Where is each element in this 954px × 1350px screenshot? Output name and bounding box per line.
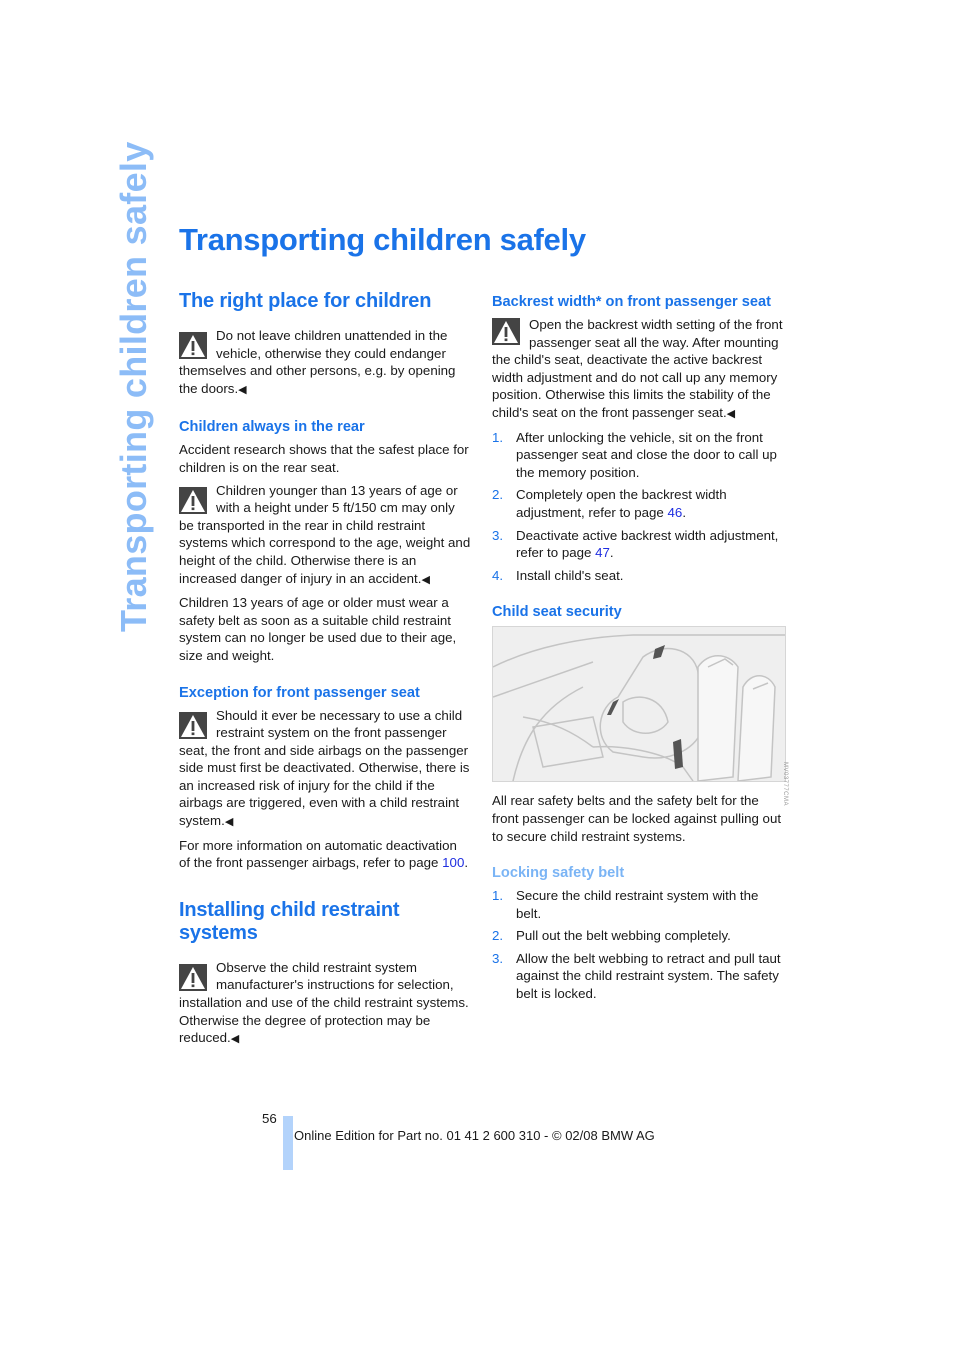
warning-block: Children younger than 13 years of age or… — [179, 482, 471, 590]
list-item: 2. Pull out the belt webbing completely. — [492, 927, 784, 945]
step-number: 4. — [492, 567, 504, 583]
step-text: . — [682, 504, 687, 520]
step-number: 3. — [492, 527, 504, 543]
paragraph-text: . — [464, 855, 469, 871]
step-number: 2. — [492, 928, 504, 944]
step-number: 3. — [492, 950, 504, 966]
warning-text: Children younger than 13 years of age or… — [179, 482, 471, 586]
left-column: The right place for children Do not leav… — [179, 290, 471, 1054]
footer-text: Online Edition for Part no. 01 41 2 600 … — [294, 1128, 655, 1143]
section-heading-right-place: The right place for children — [179, 290, 432, 312]
end-mark-icon: ◀ — [224, 816, 234, 829]
side-title: Transporting children safely — [113, 141, 154, 632]
step-text: Allow the belt webbing to retract and pu… — [516, 950, 781, 1002]
subheading-exception-front: Exception for front passenger seat — [179, 684, 420, 701]
footer-accent-bar — [283, 1116, 293, 1170]
step-text: After unlocking the vehicle, sit on the … — [516, 429, 777, 480]
warning-icon — [179, 486, 207, 514]
warning-block: Should it ever be necessary to use a chi… — [179, 707, 471, 832]
section-heading-installing: Installing child restraint systems — [179, 898, 400, 944]
subheading-locking-belt: Locking safety belt — [492, 865, 625, 882]
locking-steps-list: 1. Secure the child restraint system with… — [492, 887, 784, 1003]
step-text: Completely open the backrest width adjus… — [516, 487, 727, 520]
step-text: Deactivate active backrest width adjustm… — [516, 527, 779, 561]
paragraph: All rear safety belts and the safety bel… — [492, 793, 782, 844]
end-mark-icon: ◀ — [230, 1033, 240, 1046]
list-item: 1. Secure the child restraint system with… — [492, 887, 784, 922]
warning-block: Observe the child restraint system manuf… — [179, 959, 471, 1049]
page-title: Transporting children safely — [179, 222, 586, 257]
paragraph: Accident research shows that the safest … — [179, 442, 469, 475]
step-text: Install child's seat. — [516, 567, 624, 583]
step-text: Secure the child restraint system with t… — [516, 888, 759, 921]
paragraph-text: For more information on automatic deacti… — [179, 837, 457, 871]
page-number: 56 — [262, 1111, 277, 1126]
warning-icon — [179, 332, 207, 359]
child-seat-illustration — [492, 626, 786, 783]
warning-text: Open the backrest width setting of the f… — [492, 317, 783, 420]
step-number: 1. — [492, 429, 504, 445]
subheading-backrest-width: Backrest width* on front passenger seat — [492, 294, 771, 310]
warning-text: Observe the child restraint system manuf… — [179, 959, 469, 1046]
list-item: 3. Allow the belt webbing to retract and … — [492, 950, 784, 1003]
warning-icon — [179, 963, 207, 991]
list-item: 4. Install child's seat. — [492, 567, 784, 585]
page-link-46[interactable]: 46 — [668, 505, 683, 520]
warning-icon — [179, 711, 207, 739]
step-number: 2. — [492, 487, 504, 503]
subheading-children-rear: Children always in the rear — [179, 419, 365, 436]
end-mark-icon: ◀ — [421, 573, 430, 586]
backrest-steps-list: 1. After unlocking the vehicle, sit on th… — [492, 429, 784, 585]
end-mark-icon: ◀ — [238, 383, 247, 396]
list-item: 1. After unlocking the vehicle, sit on th… — [492, 429, 784, 482]
page-link-100[interactable]: 100 — [442, 855, 464, 870]
warning-text: Do not leave children unattended in the … — [179, 328, 456, 396]
end-mark-icon: ◀ — [726, 407, 736, 420]
page-link-47[interactable]: 47 — [595, 545, 610, 560]
step-text: . — [609, 545, 614, 561]
figure-code: MV03777CMA — [782, 762, 788, 807]
warning-block: Open the backrest width setting of the f… — [492, 316, 784, 424]
paragraph: Children 13 years of age or older must w… — [179, 595, 457, 663]
paragraph: For more information on automatic deacti… — [179, 837, 471, 872]
list-item: 2. Completely open the backrest width adj… — [492, 486, 784, 521]
right-column: Backrest width* on front passenger seat … — [492, 293, 786, 1008]
subheading-child-seat-security: Child seat security — [492, 604, 622, 621]
step-text: Pull out the belt webbing completely. — [516, 928, 731, 944]
warning-text: Should it ever be necessary to use a chi… — [179, 707, 470, 829]
warning-block: Do not leave children unattended in the … — [179, 327, 471, 399]
step-number: 1. — [492, 888, 504, 904]
warning-icon — [492, 318, 520, 345]
list-item: 3. Deactivate active backrest width adjus… — [492, 527, 784, 562]
car-interior-drawing — [493, 627, 785, 782]
